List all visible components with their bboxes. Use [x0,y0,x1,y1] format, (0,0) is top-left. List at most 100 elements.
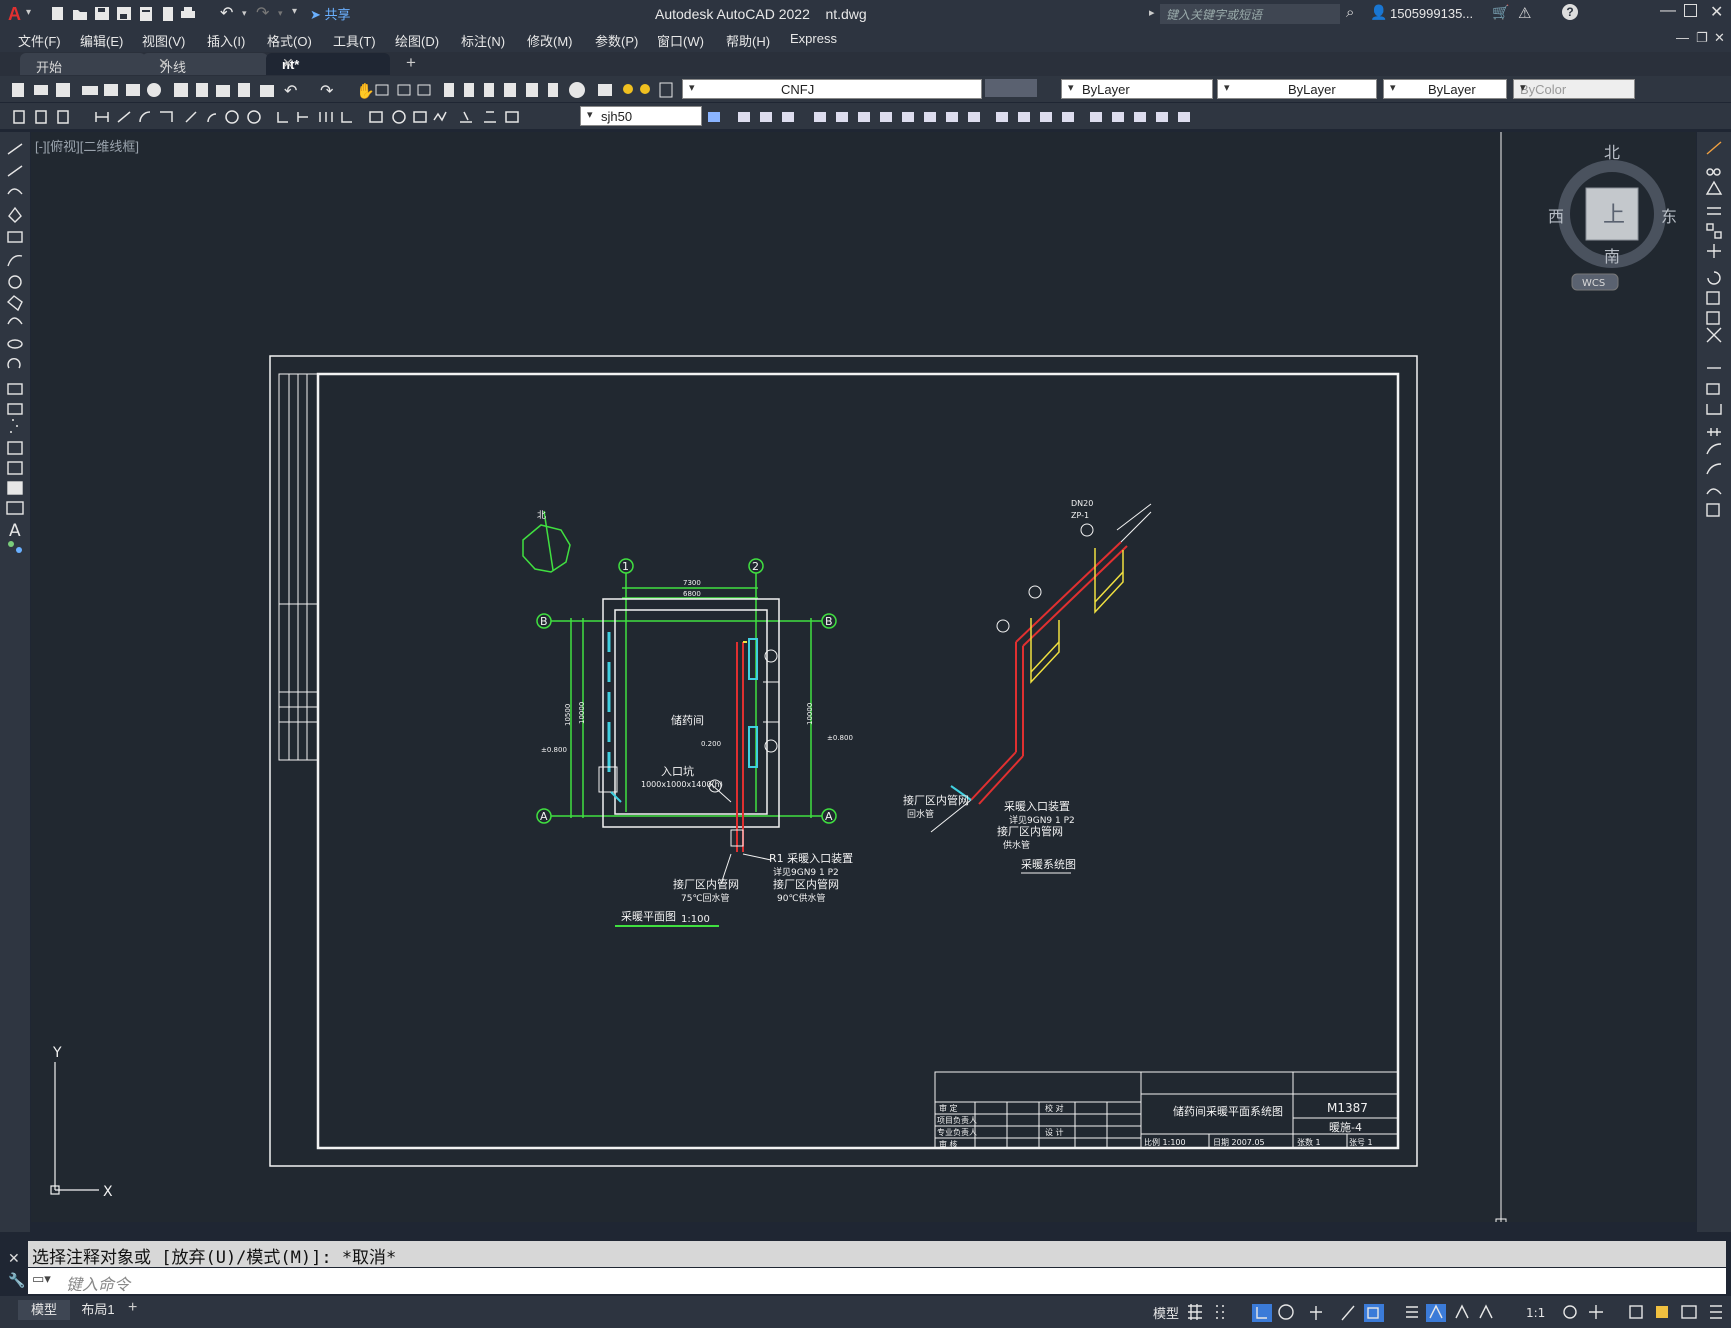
redo-dropdown-icon[interactable]: ▾ [278,8,283,19]
plot-icon[interactable] [180,6,196,21]
system-view: DN20 ZP-1 采暖入口装置 详见9GN9 1 P2 接厂区内管网 供水管 … [903,499,1152,874]
pit-label: 入口坑 [661,764,694,778]
draw-tools-group [6,143,24,515]
autodesk-app-icon[interactable]: ⚠ [1518,4,1531,22]
menu-dimension[interactable]: 标注(N) [461,31,505,50]
modify-tools-icons [1705,141,1723,517]
color-dropdown[interactable]: ByLayer ▾ [1061,79,1213,99]
layer-dropdown[interactable]: CNFJ ▾ [682,79,982,99]
chevron-down-icon: ▾ [689,82,695,94]
menu-edit[interactable]: 编辑(E) [80,31,123,50]
command-close-icon[interactable]: ✕ [8,1250,20,1267]
menu-parametric[interactable]: 参数(P) [595,31,638,50]
command-prompt-icon[interactable]: ▭▾ [32,1271,51,1287]
ucs-icon [50,1062,99,1195]
chevron-down-icon: ▾ [1390,82,1396,94]
note-r1: R1 采暖入口装置 [769,852,853,865]
dim-top-2: 6800 [683,590,701,598]
sys-dn: DN20 [1071,499,1093,508]
modify-toolbar-icons [708,112,1190,122]
text-tool-label: A [9,521,21,541]
search-icon[interactable]: ⌕ [1346,4,1354,21]
menu-help[interactable]: 帮助(H) [726,31,770,50]
close-button[interactable]: ✕ [1710,2,1723,22]
sheet-outer-border [269,355,1418,1167]
minimize-button[interactable]: — [1660,2,1676,20]
standard-toolbar: ↶ ↷ ✋ CNFJ ▾ ByLayer ▾ ByLayer ▾ ByLayer … [0,76,1731,102]
menu-window[interactable]: 窗口(W) [657,31,704,50]
doc-restore-button[interactable]: ❐ [1696,30,1708,46]
share-button[interactable]: ➤ 共享 [310,4,351,23]
menu-express[interactable]: Express [790,31,837,46]
viewcube-west: 西 [1548,207,1564,226]
menu-view[interactable]: 视图(V) [142,31,185,50]
user-icon[interactable]: 👤 [1370,4,1387,21]
tb-num: 暖施-4 [1329,1121,1362,1134]
search-box[interactable]: 键入关键字或短语 [1160,4,1340,24]
tb-r1: 审 定 [939,1103,958,1113]
command-line[interactable]: ▭▾ 键入命令 [28,1268,1726,1294]
ucs-x-label: X [103,1184,113,1200]
open-file-icon[interactable] [72,6,88,21]
viewcube[interactable] [1558,160,1666,291]
app-logo-icon[interactable]: A [8,4,21,25]
chevron-down-icon: ▾ [1520,82,1526,94]
tb-r4: 审 核 [939,1139,958,1149]
tab-nt[interactable]: nt* ✕ [266,53,390,75]
lineweight-dropdown[interactable]: ByLayer ▾ [1383,79,1507,99]
tab-waixian[interactable]: 外线 ✕ [142,53,268,75]
layout-tab-model[interactable]: 模型 [18,1300,70,1320]
undo-dropdown-icon[interactable]: ▾ [242,8,247,19]
status-bar: 模型 布局1 + 模型 1:1 [0,1296,1731,1328]
layout-tab-layout1[interactable]: 布局1 [72,1300,124,1320]
add-layout-plus-icon[interactable]: + [128,1299,137,1317]
modify-tool-palette [1697,132,1731,1232]
model-space-button[interactable]: 模型 [1153,1303,1179,1322]
tab-start[interactable]: 开始 [20,53,146,75]
new-file-icon[interactable] [50,6,66,21]
toolbar-icons-row1: ↶ ↷ ✋ [12,81,673,99]
grid-a-left-label: A [540,810,548,823]
cart-icon[interactable]: 🛒 [1492,4,1509,21]
close-icon[interactable]: ✕ [158,55,260,72]
undo-icon[interactable]: ↶ [220,3,233,23]
menu-file[interactable]: 文件(F) [18,31,61,50]
textstyle-dropdown[interactable]: sjh50 ▾ [580,106,702,126]
save-as-icon[interactable] [116,6,132,21]
redo-icon[interactable]: ↷ [256,3,269,23]
command-settings-icon[interactable]: 🔧 [8,1272,25,1289]
app-menu-dropdown-icon[interactable]: ▾ [26,7,31,18]
maximize-button[interactable] [1684,4,1697,17]
plan-outer-wall [602,598,780,828]
status-tray-icons[interactable]: 1:1 [1186,1302,1626,1322]
close-icon[interactable]: ✕ [282,55,382,72]
new-tab-plus-icon[interactable]: + [406,53,416,73]
user-name[interactable]: 1505999135... [1390,6,1473,21]
save-icon[interactable] [94,6,110,21]
menu-modify[interactable]: 修改(M) [527,31,573,50]
menu-tools[interactable]: 工具(T) [333,31,376,50]
status-scale: 1:1 [1526,1306,1545,1320]
viewcube-north: 北 [1604,143,1620,162]
drawing-canvas[interactable]: [-][俯视][二维线框] 北 1 2 B B A A 7300 6800 10… [31,132,1696,1222]
grid-1-label: 1 [622,560,629,573]
doc-minimize-button[interactable]: — [1676,30,1689,45]
sys-note2: 接厂区内管网 [997,824,1063,838]
web-mobile-icon[interactable] [138,6,154,21]
menu-format[interactable]: 格式(O) [267,31,312,50]
help-icon[interactable]: ? [1562,4,1578,20]
share-label: 共享 [324,7,351,22]
linetype-dropdown[interactable]: ByLayer ▾ [1217,79,1377,99]
share-icon[interactable] [160,6,176,21]
search-expand-icon[interactable]: ▸ [1149,6,1155,19]
modify-tools-group [1705,141,1723,517]
plotstyle-dropdown[interactable]: ByColor ▾ [1513,79,1635,99]
layer-tools-icon[interactable] [985,79,1037,97]
status-right-icons[interactable] [1626,1302,1726,1322]
chevron-down-icon: ▾ [587,109,593,121]
search-placeholder: 键入关键字或短语 [1166,8,1263,22]
menu-insert[interactable]: 插入(I) [207,31,245,50]
doc-close-button[interactable]: ✕ [1714,30,1725,46]
menu-draw[interactable]: 绘图(D) [395,31,439,50]
customize-qa-icon[interactable]: ▾ [292,6,297,17]
